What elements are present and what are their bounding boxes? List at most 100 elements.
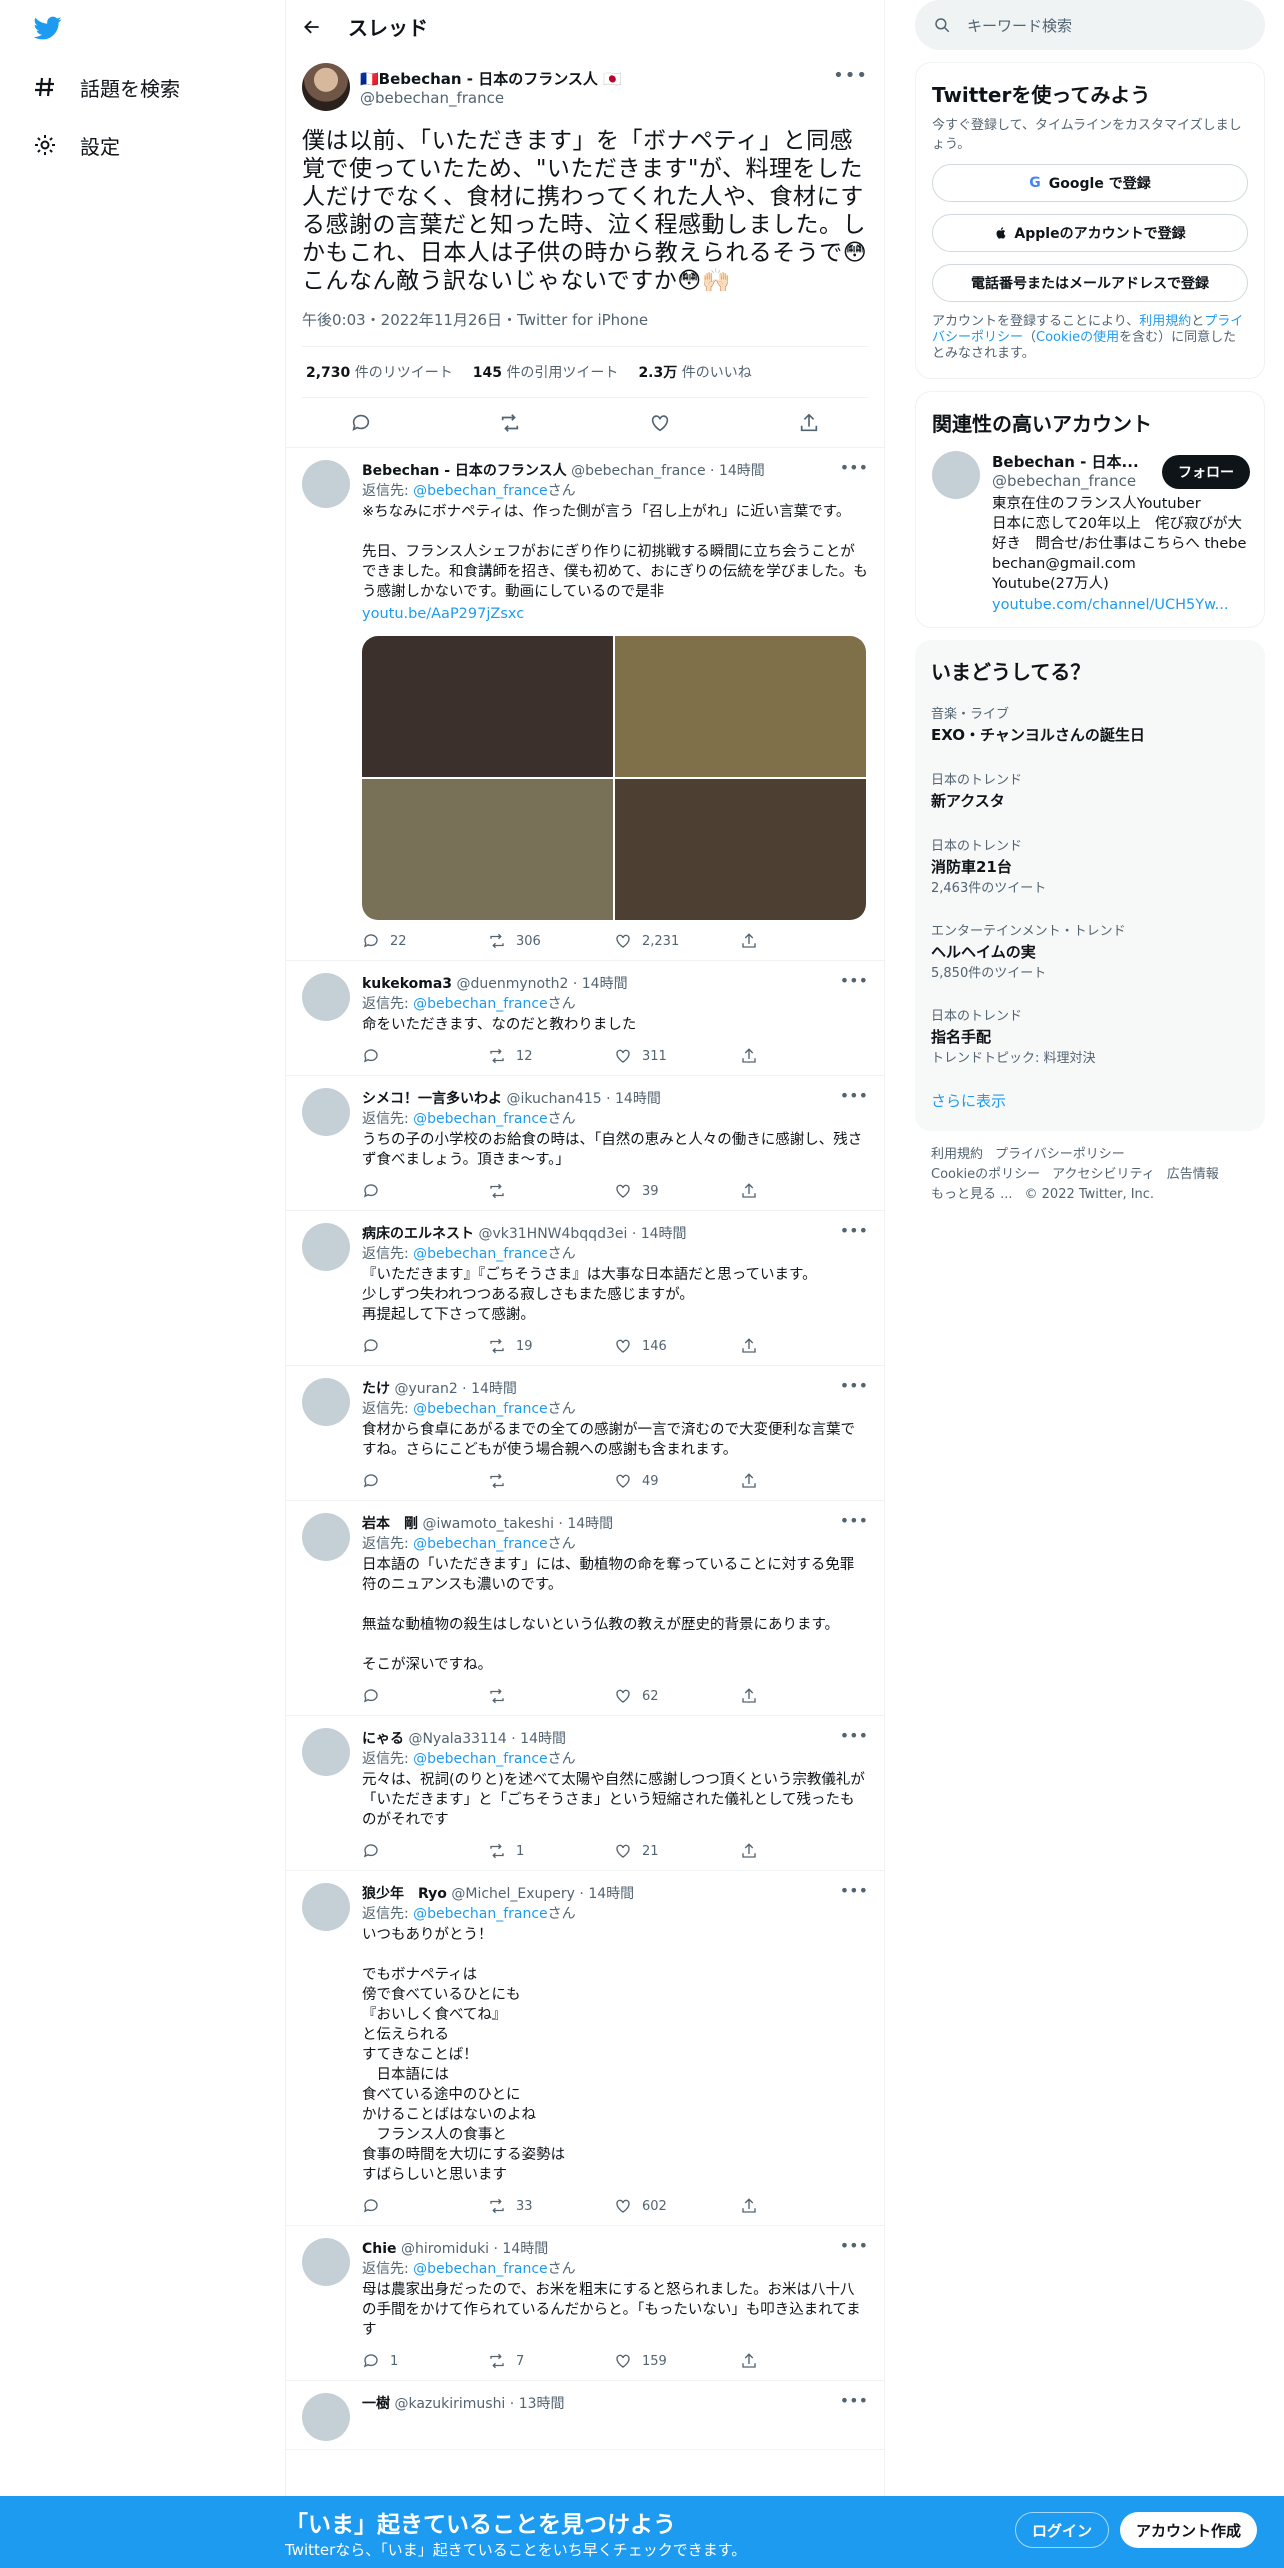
reply-time[interactable]: 14時間 [641,1226,687,1242]
media-thumbnail[interactable] [615,636,866,777]
share-icon[interactable] [740,1337,866,1355]
reply-icon[interactable] [362,1337,488,1355]
avatar[interactable] [302,1378,350,1426]
nav-settings[interactable]: 設定 [32,116,120,174]
reply-tweet[interactable]: たけ @yuran2 · 14時間 返信先: @bebechan_franceさん… [286,1366,884,1501]
google-signup-button[interactable]: G Google で登録 [932,164,1248,202]
more-icon[interactable]: ••• [840,1376,868,1395]
reply-author-name[interactable]: 病床のエルネスト [362,1226,474,1242]
reply-to-link[interactable]: @bebechan_france [413,1401,547,1417]
reply-time[interactable]: 14時間 [615,1091,661,1107]
reply-handle[interactable]: @Nyala33114 [408,1731,506,1747]
more-icon[interactable]: ••• [840,1726,868,1745]
reply-icon[interactable] [362,2197,488,2215]
terms-link[interactable]: 利用規約 [1139,314,1191,329]
reply-icon[interactable] [362,1047,488,1065]
share-icon[interactable] [740,1687,866,1705]
avatar[interactable] [302,1088,350,1136]
trend-item[interactable]: 日本のトレンド 消防車21台 2,463件のツイート [915,823,1265,908]
trend-item[interactable]: 日本のトレンド 新アクスタ [915,757,1265,823]
more-icon[interactable]: ••• [840,1511,868,1530]
share-icon[interactable] [798,412,820,434]
reply-time[interactable]: 14時間 [502,2241,548,2257]
reply-time[interactable]: 14時間 [471,1381,517,1397]
reply-tweet[interactable]: Chie @hiromiduki · 14時間 返信先: @bebechan_fr… [286,2226,884,2381]
reply-to-link[interactable]: @bebechan_france [413,1906,547,1922]
apple-signup-button[interactable]: Appleのアカウントで登録 [932,214,1248,252]
more-icon[interactable]: ••• [833,65,868,86]
reply-tweet[interactable]: 病床のエルネスト @vk31HNW4bqqd3ei · 14時間 返信先: @be… [286,1211,884,1366]
avatar[interactable] [932,451,980,499]
more-icon[interactable]: ••• [840,2391,868,2410]
author-handle[interactable]: @bebechan_france [360,89,622,107]
reply-time[interactable]: 14時間 [719,463,765,479]
more-icon[interactable]: ••• [840,2236,868,2255]
reply-tweet[interactable]: 岩本 剛 @iwamoto_takeshi · 14時間 返信先: @bebech… [286,1501,884,1716]
reply-author-name[interactable]: 一樹 [362,2396,390,2412]
reply-icon[interactable] [362,1182,488,1200]
reply-time[interactable]: 13時間 [519,2396,565,2412]
reply-icon[interactable] [362,1687,488,1705]
login-button[interactable]: ログイン [1015,2512,1110,2548]
media-thumbnail[interactable] [362,636,613,777]
share-icon[interactable] [740,1047,866,1065]
reply-tweet[interactable]: にゃる @Nyala33114 · 14時間 返信先: @bebechan_fra… [286,1716,884,1871]
reply-to-link[interactable]: @bebechan_france [413,1111,547,1127]
avatar[interactable] [302,973,350,1021]
reply-tweet[interactable]: Bebechan - 日本のフランス人 @bebechan_france · 1… [286,448,884,961]
reply-handle[interactable]: @yuran2 [394,1381,457,1397]
reply-author-name[interactable]: 狼少年 Ryo [362,1886,447,1902]
more-icon[interactable]: ••• [840,1221,868,1240]
share-icon[interactable] [740,1182,866,1200]
avatar[interactable] [302,1728,350,1776]
reply-icon[interactable] [350,412,372,434]
like-icon[interactable]: 2,231 [614,932,740,950]
follow-button[interactable]: フォロー [1162,455,1250,489]
footer-privacy-link[interactable]: プライバシーポリシー [995,1147,1125,1162]
reply-time[interactable]: 14時間 [582,976,628,992]
reply-to-link[interactable]: @bebechan_france [413,1246,547,1262]
retweet-icon[interactable] [499,412,521,434]
footer-cookie-link[interactable]: Cookieのポリシー [931,1167,1040,1182]
reply-author-name[interactable]: 岩本 剛 [362,1516,418,1532]
like-icon[interactable]: 311 [614,1047,740,1065]
reply-time[interactable]: 14時間 [588,1886,634,1902]
reply-handle[interactable]: @kazukirimushi [394,2396,505,2412]
retweet-icon[interactable] [488,1472,614,1490]
phone-signup-button[interactable]: 電話番号またはメールアドレスで登録 [932,264,1248,302]
reply-handle[interactable]: @bebechan_france [571,463,705,479]
reply-handle[interactable]: @duenmynoth2 [457,976,569,992]
reply-to-link[interactable]: @bebechan_france [413,1751,547,1767]
like-icon[interactable]: 49 [614,1472,740,1490]
like-icon[interactable]: 39 [614,1182,740,1200]
reply-to-link[interactable]: @bebechan_france [413,483,547,499]
reply-handle[interactable]: @vk31HNW4bqqd3ei [478,1226,627,1242]
related-name[interactable]: Bebechan - 日本... [992,451,1152,472]
reply-to-link[interactable]: @bebechan_france [413,1536,547,1552]
trend-item[interactable]: 日本のトレンド 指名手配 トレンドトピック: 料理対決 [915,993,1265,1078]
reply-to-link[interactable]: @bebechan_france [413,2261,547,2277]
reply-tweet[interactable]: kukekoma3 @duenmynoth2 · 14時間 返信先: @bebec… [286,961,884,1076]
share-icon[interactable] [740,932,866,950]
avatar[interactable] [302,2393,350,2441]
retweet-icon[interactable]: 19 [488,1337,614,1355]
retweet-icon[interactable]: 33 [488,2197,614,2215]
reply-tweet[interactable]: シメコ！一言多いわよ @ikuchan415 · 14時間 返信先: @bebec… [286,1076,884,1211]
reply-tweet[interactable]: 一樹 @kazukirimushi · 13時間 ••• [286,2381,884,2450]
like-icon[interactable]: 62 [614,1687,740,1705]
retweet-icon[interactable] [488,1687,614,1705]
like-count[interactable]: 2.3万 件のいいね [638,362,751,382]
show-more-link[interactable]: さらに表示 [931,1092,1006,1110]
reply-icon[interactable] [362,1472,488,1490]
reply-author-name[interactable]: kukekoma3 [362,976,452,992]
retweet-icon[interactable]: 12 [488,1047,614,1065]
signup-button[interactable]: アカウント作成 [1120,2512,1258,2548]
share-icon[interactable] [740,2197,866,2215]
reply-author-name[interactable]: Chie [362,2241,397,2257]
reply-icon[interactable]: 22 [362,932,488,950]
footer-terms-link[interactable]: 利用規約 [931,1147,983,1162]
twitter-logo-icon[interactable] [32,14,64,42]
nav-explore[interactable]: 話題を検索 [32,58,180,116]
reply-handle[interactable]: @ikuchan415 [506,1091,601,1107]
retweet-count[interactable]: 2,730 件のリツイート [306,362,453,382]
